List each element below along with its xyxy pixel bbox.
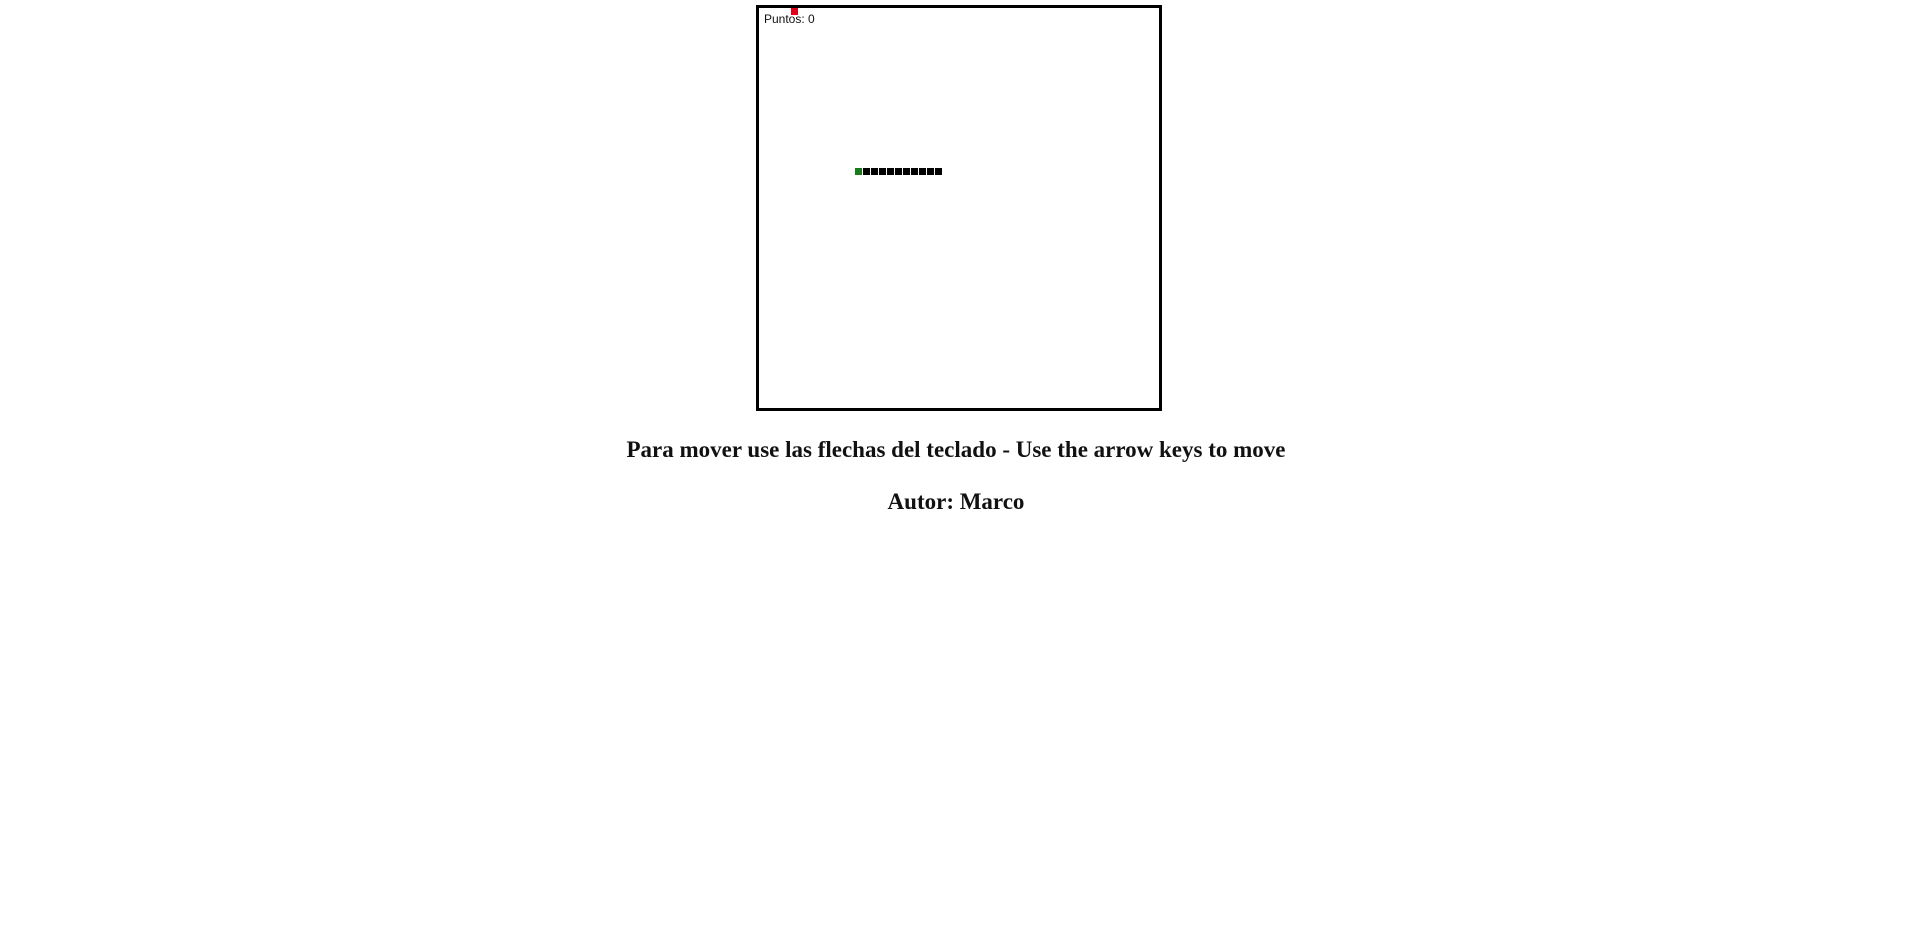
snake-segment <box>863 168 870 175</box>
score-display: Puntos0 <box>764 12 815 26</box>
snake-segment <box>879 168 886 175</box>
food-pellet <box>791 8 798 15</box>
snake-segment <box>871 168 878 175</box>
snake-segment <box>919 168 926 175</box>
snake-segment <box>911 168 918 175</box>
snake-segment <box>927 168 934 175</box>
instructions-text: Para mover use las flechas del teclado -… <box>626 437 1286 462</box>
snake-segment <box>935 168 942 175</box>
snake-segment <box>903 168 910 175</box>
score-label: Puntos <box>764 12 808 26</box>
snake-segment <box>887 168 894 175</box>
game-board[interactable]: Puntos0 <box>756 5 1162 411</box>
author-credit: Autor: Marco <box>887 489 1025 514</box>
snake-segment <box>895 168 902 175</box>
score-value: 0 <box>808 12 815 26</box>
snake-head <box>855 168 862 175</box>
